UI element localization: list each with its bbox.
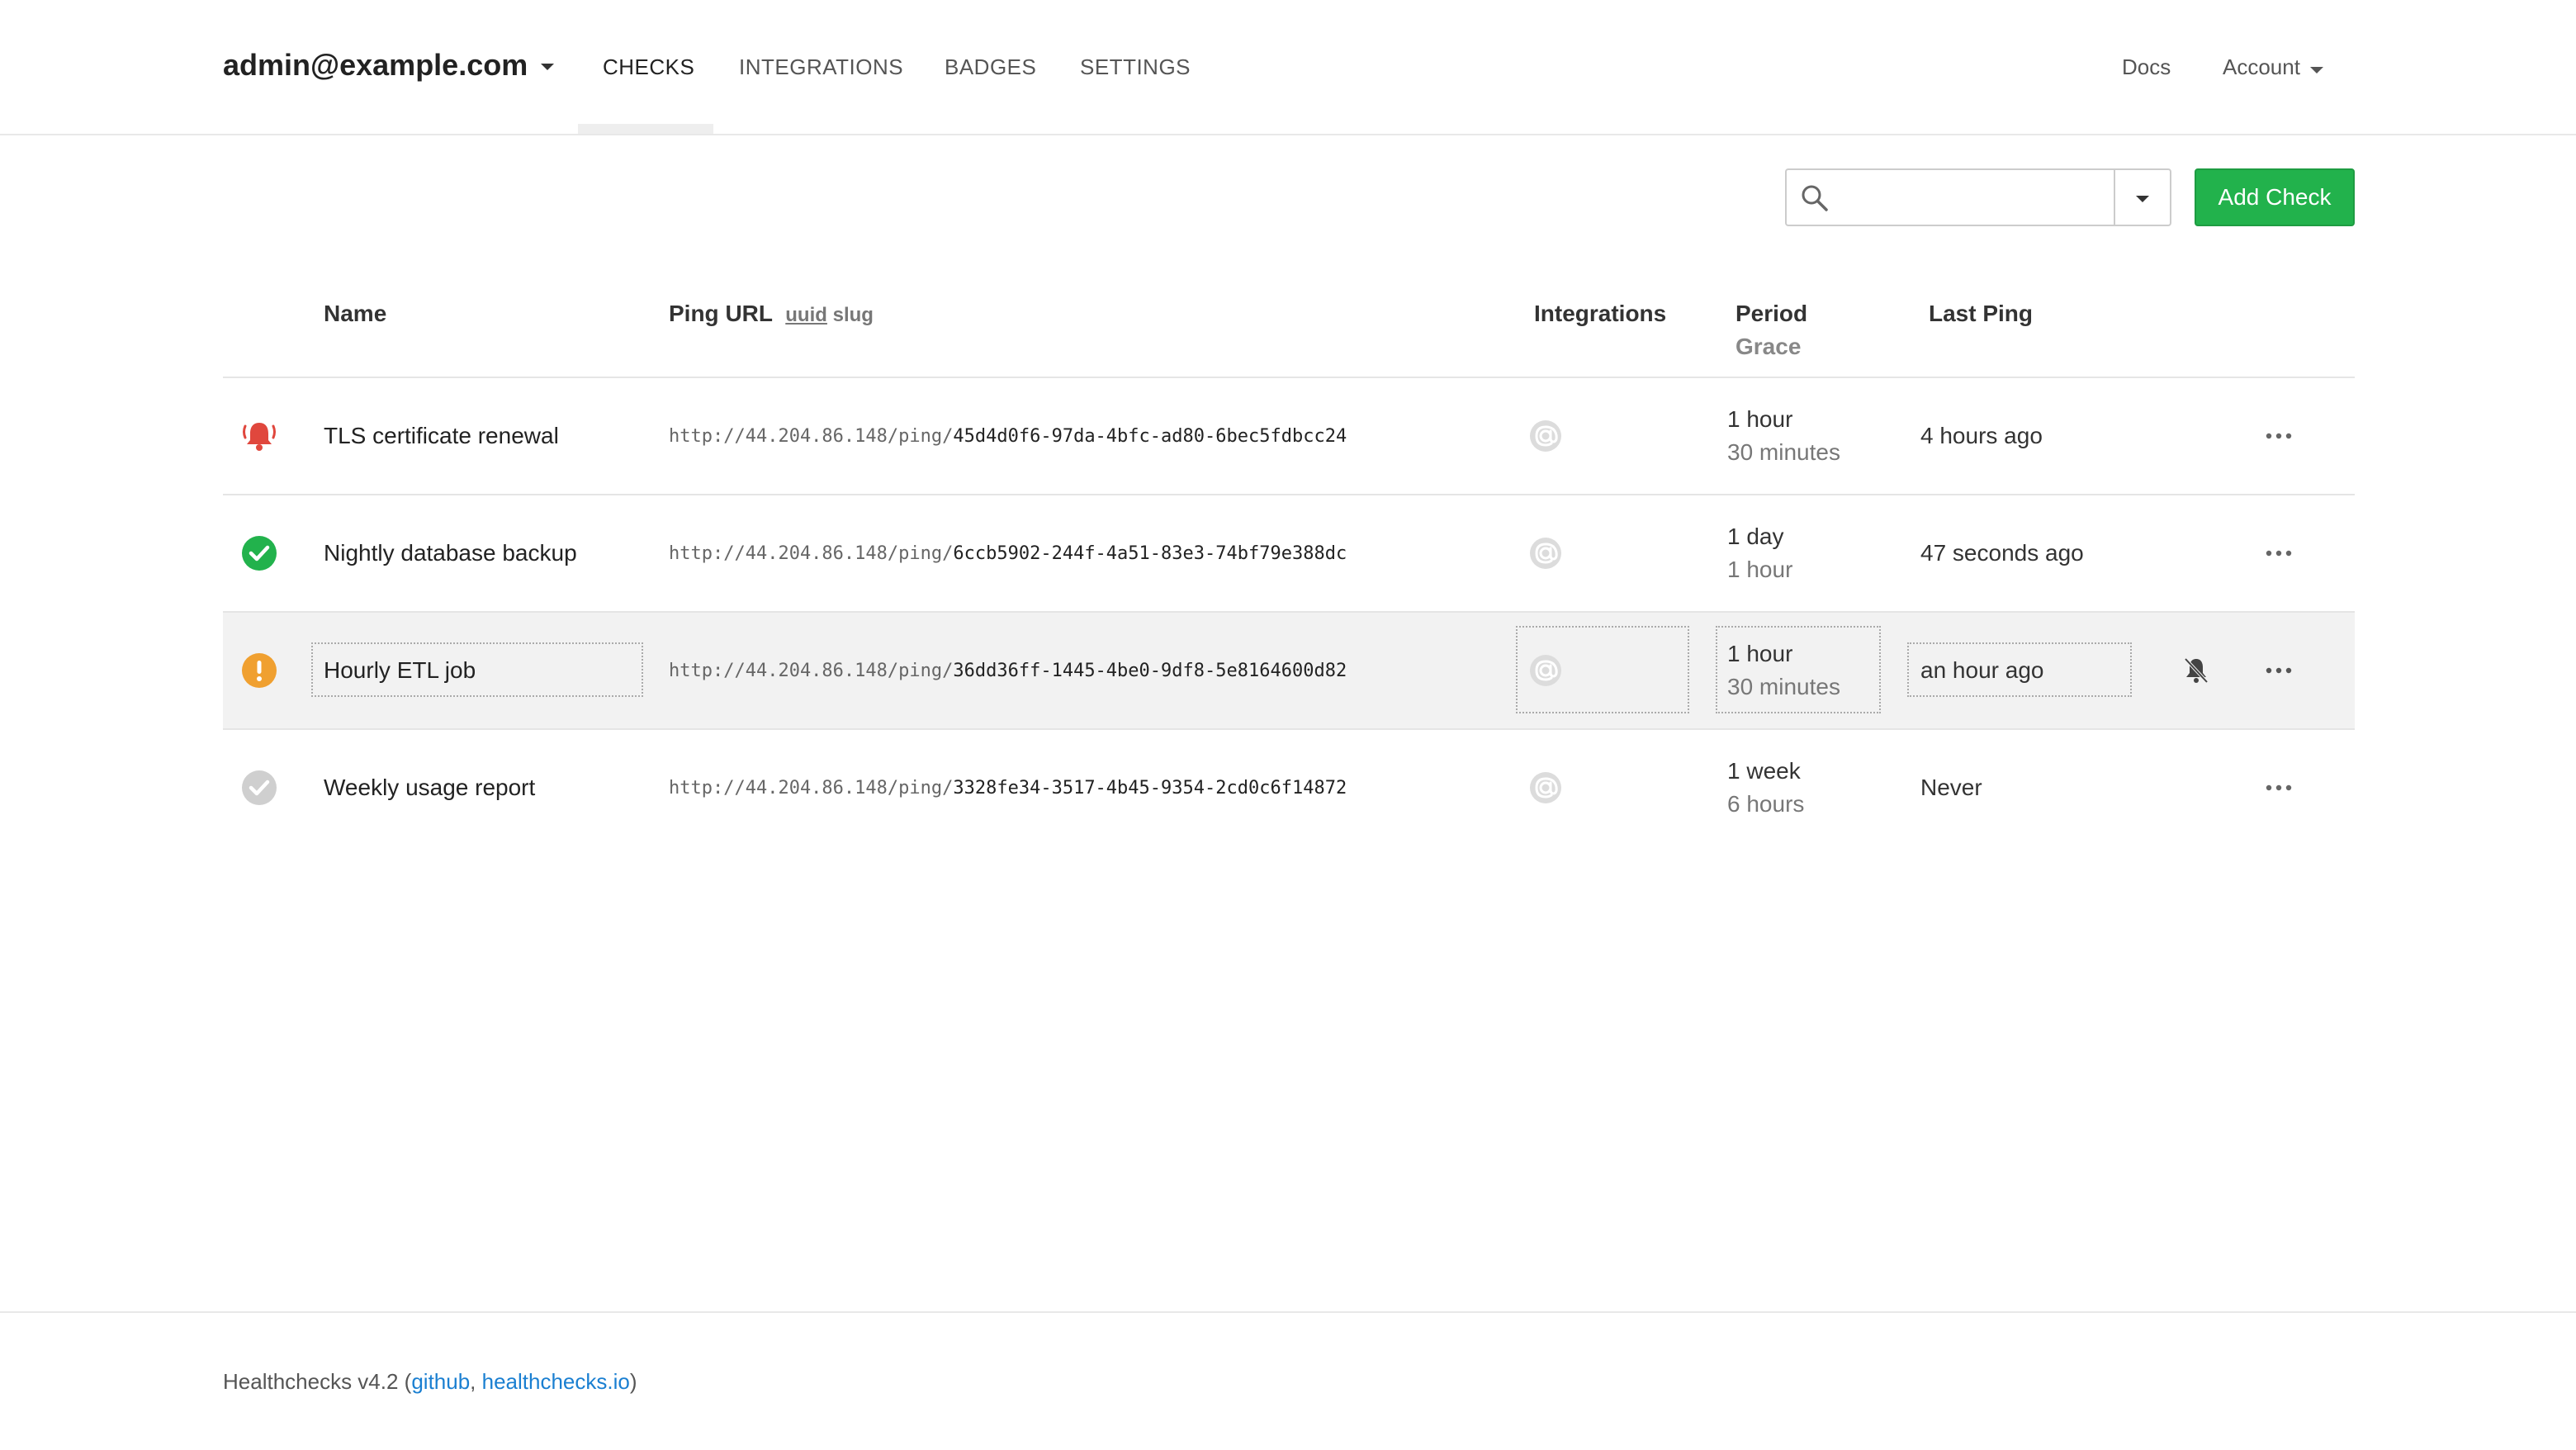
url-format-uuid[interactable]: uuid (785, 304, 827, 326)
docs-link[interactable]: Docs (2122, 54, 2171, 80)
account-label: Account (2223, 54, 2300, 79)
email-integration-icon[interactable] (1529, 419, 1562, 453)
period-grace[interactable]: 1 hour 30 minutes (1727, 403, 1840, 469)
ping-url-base: http://44.204.86.148/ping/ (669, 778, 954, 798)
footer-version: Healthchecks v4.2 ( (223, 1369, 412, 1394)
ping-url: http://44.204.86.148/ping/6ccb5902-244f-… (669, 543, 1347, 564)
period-grace[interactable]: 1 day 1 hour (1727, 520, 1792, 586)
search-group (1785, 168, 2171, 226)
table-row[interactable]: Nightly database backup http://44.204.86… (223, 495, 2355, 613)
period-value: 1 hour (1727, 641, 1793, 666)
check-name[interactable]: Weekly usage report (324, 775, 535, 801)
exclamation-circle-icon (242, 653, 277, 688)
search-input[interactable] (1836, 170, 2109, 225)
tab-settings[interactable]: SETTINGS (1080, 54, 1191, 80)
tab-checks[interactable]: CHECKS (603, 54, 694, 80)
check-name[interactable]: Hourly ETL job (324, 657, 476, 684)
chevron-down-icon (541, 64, 555, 70)
tab-badges[interactable]: BADGES (945, 54, 1036, 80)
check-circle-icon (242, 536, 277, 571)
add-check-button[interactable]: Add Check (2195, 168, 2355, 226)
period-value: 1 day (1727, 524, 1784, 549)
ping-url: http://44.204.86.148/ping/36dd36ff-1445-… (669, 661, 1347, 681)
more-options-icon[interactable] (2262, 662, 2295, 679)
url-format-slug[interactable]: slug (833, 304, 874, 326)
header-ping-url: Ping URL uuid slug (669, 301, 874, 327)
grace-value: 30 minutes (1727, 439, 1840, 465)
bell-alert-icon (243, 423, 276, 451)
check-circle-grey-icon (242, 770, 277, 805)
bell-slash-icon[interactable] (2181, 656, 2211, 685)
header-last-ping: Last Ping (1929, 301, 2034, 326)
table-row[interactable]: TLS certificate renewal http://44.204.86… (223, 378, 2355, 495)
check-name[interactable]: Nightly database backup (324, 540, 577, 566)
email-integration-icon[interactable] (1529, 771, 1562, 804)
header-name: Name (324, 301, 387, 326)
ping-url-base: http://44.204.86.148/ping/ (669, 426, 954, 447)
ping-url-id: 3328fe34-3517-4b45-9354-2cd0c6f14872 (953, 778, 1347, 798)
table-row[interactable]: Weekly usage report http://44.204.86.148… (223, 730, 2355, 847)
table-row[interactable]: Hourly ETL job http://44.204.86.148/ping… (223, 613, 2355, 730)
ping-url: http://44.204.86.148/ping/3328fe34-3517-… (669, 778, 1347, 798)
grace-value: 1 hour (1727, 557, 1793, 582)
footer-divider (0, 1311, 2576, 1313)
navbar: admin@example.com CHECKS INTEGRATIONS BA… (0, 0, 2576, 135)
ping-url: http://44.204.86.148/ping/45d4d0f6-97da-… (669, 426, 1347, 447)
email-integration-icon[interactable] (1529, 537, 1562, 570)
ping-url-base: http://44.204.86.148/ping/ (669, 543, 954, 564)
tab-integrations[interactable]: INTEGRATIONS (739, 54, 903, 80)
project-name: admin@example.com (223, 48, 528, 82)
check-name[interactable]: TLS certificate renewal (324, 423, 559, 449)
header-ping-url-label: Ping URL (669, 301, 773, 326)
chevron-down-icon (2136, 196, 2149, 202)
last-ping[interactable]: an hour ago (1920, 657, 2043, 684)
email-integration-icon[interactable] (1529, 654, 1562, 687)
chevron-down-icon (2309, 66, 2323, 73)
active-tab-indicator (578, 124, 713, 134)
healthchecks-link[interactable]: healthchecks.io (482, 1369, 630, 1394)
ping-url-id: 36dd36ff-1445-4be0-9df8-5e8164600d82 (953, 661, 1347, 681)
ping-url-base: http://44.204.86.148/ping/ (669, 661, 954, 681)
last-ping[interactable]: Never (1920, 775, 1982, 801)
account-menu[interactable]: Account (2223, 54, 2323, 80)
project-selector[interactable]: admin@example.com (223, 48, 555, 83)
more-options-icon[interactable] (2262, 779, 2295, 796)
filter-dropdown-button[interactable] (2115, 170, 2170, 225)
ping-url-id: 6ccb5902-244f-4a51-83e3-74bf79e388dc (953, 543, 1347, 564)
more-options-icon[interactable] (2262, 428, 2295, 444)
grace-value: 30 minutes (1727, 674, 1840, 699)
search-box (1787, 170, 2115, 225)
header-grace: Grace (1735, 334, 1802, 359)
ping-url-id: 45d4d0f6-97da-4bfc-ad80-6bec5fdbcc24 (953, 426, 1347, 447)
header-integrations: Integrations (1534, 301, 1667, 326)
period-grace[interactable]: 1 week 6 hours (1727, 755, 1804, 821)
period-value: 1 hour (1727, 406, 1793, 432)
period-value: 1 week (1727, 758, 1801, 784)
docs-label: Docs (2122, 54, 2171, 79)
header-period: Period (1735, 301, 1808, 326)
footer: Healthchecks v4.2 (github, healthchecks.… (223, 1369, 637, 1395)
footer-separator: , (470, 1369, 482, 1394)
period-grace[interactable]: 1 hour 30 minutes (1727, 637, 1840, 704)
grace-value: 6 hours (1727, 791, 1805, 817)
last-ping[interactable]: 4 hours ago (1920, 423, 2043, 449)
footer-suffix: ) (629, 1369, 637, 1394)
search-icon (1802, 185, 1828, 211)
more-options-icon[interactable] (2262, 545, 2295, 562)
last-ping[interactable]: 47 seconds ago (1920, 540, 2084, 566)
github-link[interactable]: github (411, 1369, 470, 1394)
